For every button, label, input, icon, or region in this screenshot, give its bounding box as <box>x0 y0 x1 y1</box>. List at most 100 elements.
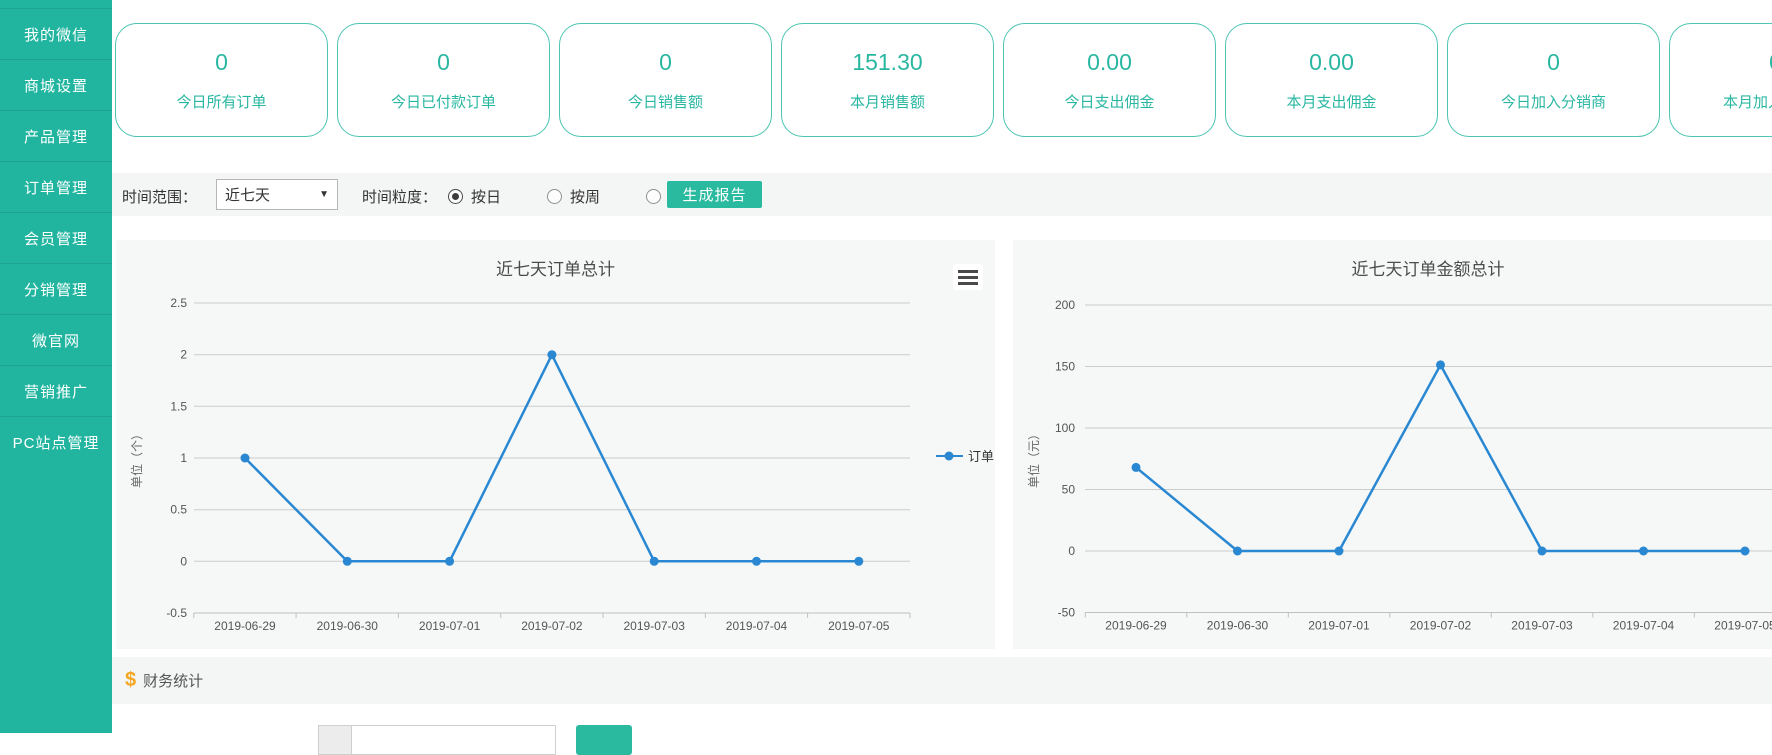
svg-text:-0.5: -0.5 <box>166 606 187 620</box>
granularity-label: 时间粒度： <box>362 186 437 207</box>
sidebar-item-3[interactable]: 产品管理 <box>0 110 112 161</box>
svg-text:0: 0 <box>1068 544 1075 558</box>
svg-text:50: 50 <box>1062 483 1076 497</box>
svg-text:100: 100 <box>1055 421 1075 435</box>
stat-card-value: 0 <box>437 49 450 76</box>
sidebar-item-partial[interactable] <box>0 0 112 8</box>
data-point <box>650 557 659 566</box>
svg-text:2019-07-02: 2019-07-02 <box>1410 619 1472 633</box>
svg-text:2019-06-30: 2019-06-30 <box>1207 619 1269 633</box>
stat-card-label: 今日支出佣金 <box>1064 91 1154 112</box>
stat-card-label: 本月支出佣金 <box>1286 91 1376 112</box>
granularity-radio-按周[interactable]: 按周 <box>547 186 600 207</box>
data-point <box>1233 547 1242 556</box>
sidebar-item-1[interactable]: 我的微信 <box>0 8 112 59</box>
svg-text:2019-07-03: 2019-07-03 <box>1511 619 1573 633</box>
data-point <box>1639 547 1648 556</box>
svg-text:200: 200 <box>1055 298 1075 312</box>
data-point <box>445 557 454 566</box>
stat-card-value: 151.30 <box>852 49 922 76</box>
line-chart-canvas: 2.521.510.50-0.52019-06-292019-06-302019… <box>116 240 995 649</box>
stat-card: 0 今日所有订单 <box>115 23 328 137</box>
dollar-icon: $ <box>125 669 136 692</box>
granularity-radio-group: 按日按周按月 <box>448 186 699 207</box>
finance-filter-input-group <box>318 725 556 755</box>
radio-unselected-icon[interactable] <box>547 189 562 204</box>
svg-text:2019-07-04: 2019-07-04 <box>1613 619 1675 633</box>
filter-bar: 时间范围： 近七天 ▼ 时间粒度： 按日按周按月 生成报告 <box>112 173 1772 216</box>
stat-card: 0.00 今日支出佣金 <box>1003 23 1216 137</box>
stat-card-label: 本月销售额 <box>850 91 925 112</box>
svg-text:150: 150 <box>1055 360 1075 374</box>
svg-text:1: 1 <box>180 451 187 465</box>
stat-card-label: 今日所有订单 <box>176 91 266 112</box>
data-point <box>343 557 352 566</box>
sidebar-item-8[interactable]: 营销推广 <box>0 365 112 416</box>
svg-text:2019-06-30: 2019-06-30 <box>317 619 379 633</box>
svg-text:2019-07-01: 2019-07-01 <box>419 619 481 633</box>
stat-card: 0 今日加入分销商 <box>1447 23 1660 137</box>
stat-card-value: 0.00 <box>1309 49 1354 76</box>
data-point <box>854 557 863 566</box>
line-chart-canvas: 200 150 100 50 0 -50 2019-06-29 2019-06-30 2019-… <box>1013 240 1772 649</box>
data-point <box>1538 547 1547 556</box>
svg-text:2.5: 2.5 <box>170 296 187 310</box>
order-amount-chart-panel: 近七天订单金额总计 200150100500-502019-06-292019-… <box>1013 240 1772 649</box>
finance-submit-button[interactable] <box>576 725 632 755</box>
svg-text:2019-07-05: 2019-07-05 <box>828 619 890 633</box>
svg-text:单位（元）: 单位（元） <box>1026 428 1041 488</box>
svg-text:单位（个）: 单位（个） <box>129 428 144 488</box>
stat-card: 0本月加入分销商 <box>1669 23 1772 137</box>
stat-card: 0.00 本月支出佣金 <box>1225 23 1438 137</box>
sidebar-item-5[interactable]: 会员管理 <box>0 212 112 263</box>
svg-text:2019-07-02: 2019-07-02 <box>521 619 583 633</box>
stat-card-label: 今日加入分销商 <box>1501 91 1606 112</box>
stat-card-value: 0.00 <box>1087 49 1132 76</box>
svg-text:2: 2 <box>180 348 187 362</box>
time-range-selected-value: 近七天 <box>225 184 270 205</box>
stat-card-value: 0 <box>1547 49 1560 76</box>
radio-label: 按日 <box>471 186 501 207</box>
radio-selected-icon[interactable] <box>448 189 463 204</box>
stat-card: 0 今日销售额 <box>559 23 772 137</box>
sidebar-item-4[interactable]: 订单管理 <box>0 161 112 212</box>
time-range-select[interactable]: 近七天 ▼ <box>216 179 338 210</box>
finance-section-header: $ 财务统计 <box>112 657 1772 704</box>
sidebar-item-9[interactable]: PC站点管理 <box>0 416 112 467</box>
data-point <box>1335 547 1344 556</box>
svg-text:2019-06-29: 2019-06-29 <box>214 619 276 633</box>
svg-text:0.5: 0.5 <box>170 503 187 517</box>
stat-card-label: 本月加入分销商 <box>1723 91 1772 112</box>
sidebar-item-2[interactable]: 商城设置 <box>0 59 112 110</box>
sidebar-item-6[interactable]: 分销管理 <box>0 263 112 314</box>
stat-card-label: 今日已付款订单 <box>391 91 496 112</box>
finance-section-title: 财务统计 <box>143 670 203 691</box>
data-point <box>752 557 761 566</box>
svg-text:0: 0 <box>180 554 187 568</box>
svg-text:2019-07-05: 2019-07-05 <box>1714 619 1772 633</box>
stat-card: 0 今日已付款订单 <box>337 23 550 137</box>
radio-label: 按周 <box>570 186 600 207</box>
radio-unselected-icon[interactable] <box>646 189 661 204</box>
input-addon <box>318 725 352 755</box>
stat-cards-row: 0 今日所有订单 0 今日已付款订单 0 今日销售额 151.30 本月销售额 0.00 今日支出… <box>115 23 1772 137</box>
data-point <box>1741 547 1750 556</box>
sidebar-menu: 我的微信商城设置产品管理订单管理会员管理分销管理微官网营销推广PC站点管理 <box>0 8 112 467</box>
select-arrow-icon: ▼ <box>319 189 329 200</box>
stat-card-value: 0 <box>659 49 672 76</box>
svg-text:2019-07-03: 2019-07-03 <box>624 619 686 633</box>
svg-text:2019-07-04: 2019-07-04 <box>726 619 788 633</box>
stat-card-label: 今日销售额 <box>628 91 703 112</box>
granularity-radio-按日[interactable]: 按日 <box>448 186 501 207</box>
svg-text:2019-07-01: 2019-07-01 <box>1308 619 1370 633</box>
data-point <box>1132 463 1141 472</box>
svg-text:-50: -50 <box>1058 606 1076 620</box>
data-point <box>1436 360 1445 369</box>
data-point <box>547 350 556 359</box>
time-range-label: 时间范围： <box>122 186 197 207</box>
sidebar-item-7[interactable]: 微官网 <box>0 314 112 365</box>
finance-filter-input[interactable] <box>352 725 556 755</box>
svg-text:2019-06-29: 2019-06-29 <box>1105 619 1167 633</box>
stat-card-value: 0 <box>215 49 228 76</box>
generate-report-button[interactable]: 生成报告 <box>667 181 762 208</box>
